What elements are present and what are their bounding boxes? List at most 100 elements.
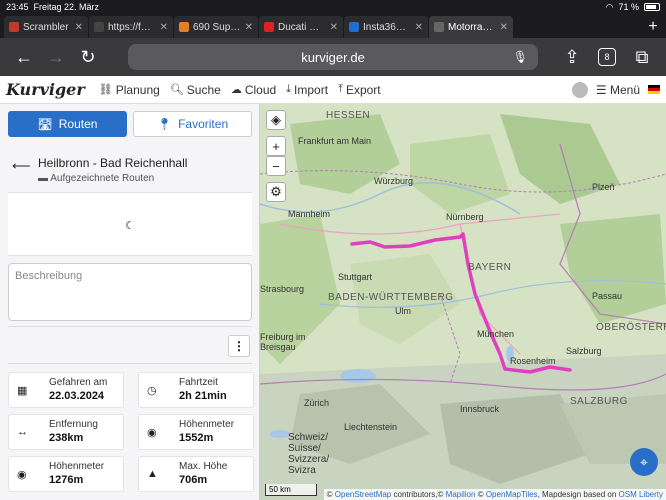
attribution-text: ©: [326, 490, 333, 499]
map-label: Stuttgart: [338, 272, 373, 282]
kurviger-logo[interactable]: Kurviger: [6, 80, 85, 99]
stat-value: 1276m: [49, 474, 84, 486]
calendar-icon: ▦: [17, 385, 28, 397]
tab-overview-icon[interactable]: ⧉: [626, 47, 658, 68]
nav-suche[interactable]: 🔍︎ Suche: [170, 83, 221, 97]
app-header: Kurviger ⛓ Planung 🔍︎ Suche ☁ Cloud ⤓ Import…: [0, 76, 666, 104]
ascent-icon: ◉: [147, 427, 157, 439]
route-folder[interactable]: ▬ Aufgezeichnete Routen: [38, 173, 154, 184]
distance-icon: ↔: [17, 426, 28, 438]
map-label: SALZBURG: [570, 396, 628, 407]
browser-tab[interactable]: https://forum.k ✕: [89, 16, 173, 38]
routes-button[interactable]: 🛣︎ Routen: [8, 111, 127, 137]
tab-close-icon[interactable]: ✕: [415, 22, 423, 33]
stat-date: ▦ Gefahren am 22.03.2024: [8, 372, 124, 408]
kebab-icon: ⋮: [233, 339, 245, 353]
crosshair-icon: ⌖: [640, 453, 648, 470]
url-text: kurviger.de: [301, 49, 365, 65]
pin-icon: 📍︎: [156, 117, 173, 131]
mapilion-link[interactable]: Mapilion: [446, 490, 476, 499]
address-bar[interactable]: kurviger.de 🎙: [128, 44, 538, 70]
status-bar: 23:45 Freitag 22. März ◠ 71 %: [0, 0, 666, 14]
stat-label: Höhenmeter: [49, 461, 105, 472]
tab-title: Scrambler: [23, 21, 69, 33]
reload-icon[interactable]: ↻: [72, 47, 104, 68]
zoom-in-button[interactable]: +: [266, 136, 286, 156]
user-avatar[interactable]: [571, 81, 588, 98]
stat-value: 22.03.2024: [49, 390, 105, 402]
tab-close-icon[interactable]: ✕: [160, 22, 168, 33]
descent-icon: ◉: [17, 469, 27, 481]
nav-label: Cloud: [244, 82, 277, 97]
map-label: Zürich: [304, 398, 330, 408]
map-label: Salzburg: [566, 346, 602, 356]
tab-close-icon[interactable]: ✕: [500, 22, 508, 33]
divider: [8, 326, 252, 327]
route-header: ⟵ Heilbronn - Bad Reichenhall ▬ Aufgezei…: [0, 152, 260, 190]
status-time: 23:45: [6, 2, 29, 12]
browser-tab[interactable]: Scrambler ✕: [4, 16, 88, 38]
map-label: Strasbourg: [260, 284, 305, 294]
stat-duration: ◷ Fahrtzeit 2h 21min: [138, 372, 254, 408]
route-folder-label: Aufgezeichnete Routen: [50, 173, 155, 184]
osm-liberty-link[interactable]: OSM Liberty: [619, 490, 663, 499]
zoom-out-button[interactable]: −: [266, 156, 286, 176]
map-view[interactable]: HESSEN Frankfurt am Main Würzburg Nürnbe…: [260, 104, 666, 500]
layers-button[interactable]: ◈: [266, 110, 286, 130]
map-label: Nürnberg: [446, 212, 484, 222]
map-label: OBERÖSTERREICH: [596, 322, 666, 333]
description-field[interactable]: Beschreibung: [8, 263, 252, 321]
forward-arrow-icon[interactable]: →: [40, 47, 72, 68]
map-label: München: [477, 329, 515, 339]
tab-close-icon[interactable]: ✕: [75, 22, 83, 33]
map-label: Rosenheim: [510, 356, 556, 366]
nav-import[interactable]: ⤓ Import: [286, 83, 328, 97]
import-icon: ⤓: [286, 83, 292, 95]
osm-link[interactable]: OpenStreetMap: [335, 490, 391, 499]
german-flag-icon[interactable]: [648, 85, 660, 94]
more-options-button[interactable]: ⋮: [228, 335, 250, 357]
share-icon[interactable]: ⇪: [556, 47, 588, 68]
browser-tab[interactable]: Insta360 X3 M ✕: [344, 16, 428, 38]
tab-close-icon[interactable]: ✕: [245, 22, 253, 33]
browser-toolbar: ← → ↻ kurviger.de 🎙 ⇪ 8 ⧉: [0, 38, 666, 76]
browser-tab[interactable]: 690 Supermoto ✕: [174, 16, 258, 38]
stat-label: Gefahren am: [49, 377, 108, 388]
nav-planung[interactable]: ⛓ Planung: [99, 83, 160, 97]
favorites-button-label: Favoriten: [178, 117, 229, 131]
map-label: Liechtenstein: [344, 422, 398, 432]
new-tab-button[interactable]: +: [640, 16, 666, 38]
stat-value: 2h 21min: [179, 390, 227, 402]
tab-favicon-icon: [349, 22, 359, 32]
description-placeholder: Beschreibung: [15, 270, 83, 282]
stat-descent: ◉ Höhenmeter 1276m: [8, 456, 124, 492]
tab-close-icon[interactable]: ✕: [330, 22, 338, 33]
menu-button[interactable]: ☰ Menü: [596, 83, 640, 97]
routes-button-label: Routen: [58, 117, 98, 131]
map-attribution: © OpenStreetMap contributors,© Mapilion …: [323, 489, 666, 500]
elevation-loader: ☾: [8, 192, 252, 256]
nav-export[interactable]: ⤒ Export: [338, 83, 381, 97]
microphone-icon[interactable]: 🎙: [513, 50, 528, 64]
back-arrow-icon[interactable]: ⟵: [12, 158, 31, 174]
tab-favicon-icon: [9, 22, 19, 32]
map-label: Frankfurt am Main: [298, 136, 372, 146]
back-arrow-icon[interactable]: ←: [8, 47, 40, 68]
map-label: BAYERN: [468, 262, 512, 273]
map-label: Würzburg: [374, 176, 414, 186]
tab-title: 690 Supermoto: [193, 21, 241, 33]
openmaptiles-link[interactable]: OpenMapTiles: [486, 490, 538, 499]
attribution-text: ©: [477, 490, 484, 499]
favorites-button[interactable]: 📍︎ Favoriten: [133, 111, 252, 137]
nav-label: Import: [294, 82, 329, 97]
browser-tab-active[interactable]: Motorradrouten ✕: [429, 16, 513, 38]
nav-cloud[interactable]: ☁ Cloud: [231, 83, 276, 97]
gear-icon: ⚙: [270, 184, 282, 199]
stat-distance: ↔ Entfernung 238km: [8, 414, 124, 450]
browser-tab[interactable]: Ducati DesertX ✕: [259, 16, 343, 38]
tab-count-button[interactable]: 8: [598, 48, 616, 66]
locate-button[interactable]: ⌖: [630, 448, 658, 476]
map-settings-button[interactable]: ⚙: [266, 182, 286, 202]
search-icon: 🔍︎: [169, 84, 184, 96]
map-label: Passau: [592, 291, 623, 301]
